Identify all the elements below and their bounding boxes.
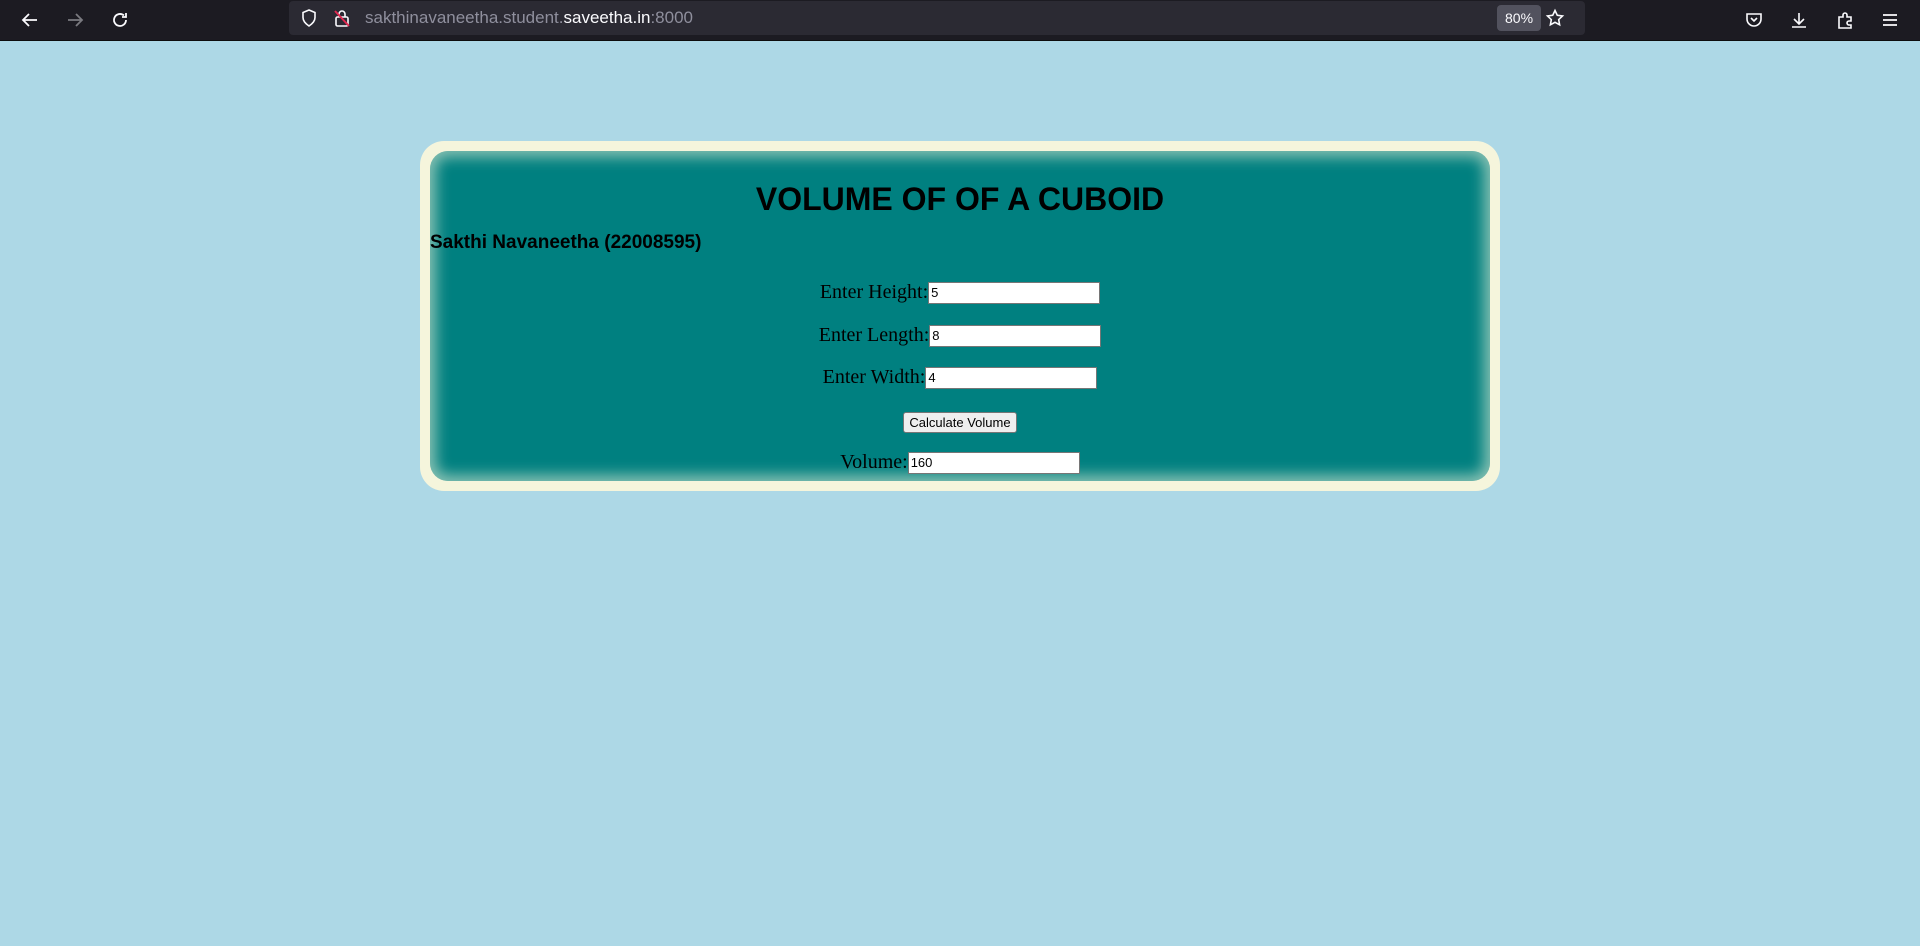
page-title: VOLUME OF OF A CUBOID — [755, 181, 1165, 217]
length-row: Enter Length: — [430, 324, 1490, 347]
height-row: Enter Height: — [430, 281, 1490, 304]
length-input[interactable] — [929, 324, 1102, 347]
button-row: Calculate Volume — [430, 412, 1490, 433]
url-text[interactable]: sakthinavaneetha.student.saveetha.in:800… — [365, 1, 693, 35]
calculator-container: VOLUME OF OF A CUBOID Sakthi Navaneetha … — [420, 141, 1500, 491]
width-input[interactable] — [925, 366, 1098, 389]
width-row: Enter Width: — [430, 366, 1490, 389]
shield-icon[interactable] — [299, 8, 319, 28]
menu-hamburger-icon[interactable] — [1876, 6, 1904, 34]
pocket-icon[interactable] — [1740, 6, 1768, 34]
volume-output[interactable] — [907, 451, 1080, 474]
url-domain: saveetha.in — [563, 8, 651, 27]
volume-row: Volume: — [430, 451, 1490, 474]
back-arrow-icon[interactable] — [16, 6, 44, 34]
address-bar[interactable]: sakthinavaneetha.student.saveetha.in:800… — [289, 1, 1585, 35]
author-name: Sakthi Navaneetha (22008595) — [430, 232, 702, 253]
extensions-icon[interactable] — [1831, 6, 1859, 34]
calculator-card: VOLUME OF OF A CUBOID Sakthi Navaneetha … — [430, 151, 1490, 481]
width-label: Enter Width: — [822, 366, 926, 388]
forward-arrow-icon[interactable] — [61, 6, 89, 34]
length-label: Enter Length: — [818, 324, 930, 346]
url-prefix: sakthinavaneetha.student. — [365, 8, 564, 27]
bookmark-star-icon[interactable] — [1545, 8, 1565, 28]
url-suffix: :8000 — [650, 8, 693, 27]
calculate-volume-button[interactable]: Calculate Volume — [903, 412, 1017, 433]
height-input[interactable] — [928, 281, 1101, 304]
downloads-icon[interactable] — [1785, 6, 1813, 34]
volume-label: Volume: — [840, 451, 908, 473]
browser-toolbar: sakthinavaneetha.student.saveetha.in:800… — [0, 0, 1920, 41]
zoom-level-button[interactable]: 80% — [1497, 5, 1542, 31]
insecure-lock-icon[interactable] — [332, 8, 352, 28]
height-label: Enter Height: — [819, 281, 929, 303]
reload-icon[interactable] — [106, 6, 134, 34]
